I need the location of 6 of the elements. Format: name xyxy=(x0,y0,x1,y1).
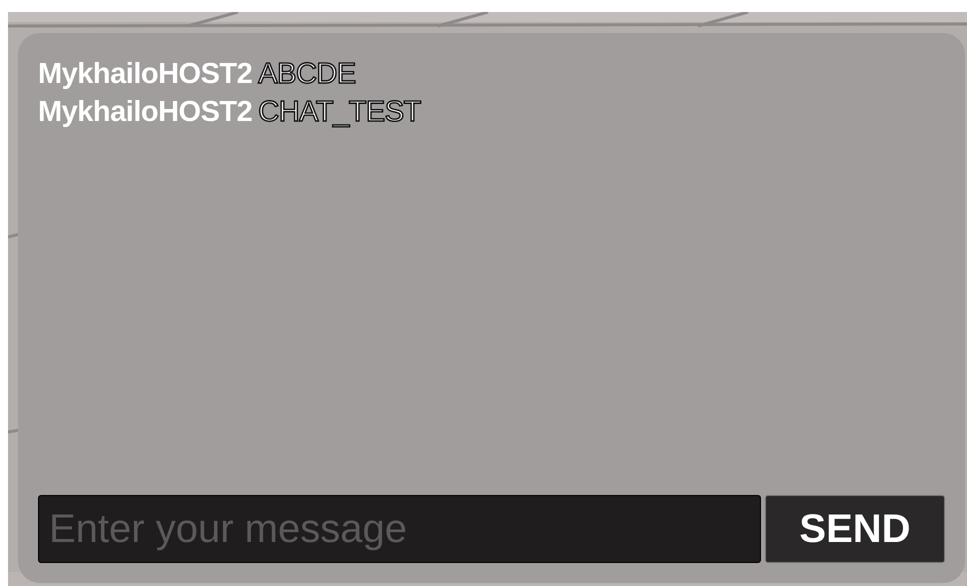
message-input[interactable]: Enter your message xyxy=(38,495,761,563)
message-text: CHAT_TEST xyxy=(258,95,421,130)
sender-name: MykhailoHOST2 xyxy=(38,95,252,130)
send-button[interactable]: SEND xyxy=(765,495,945,563)
message-text: ABCDE xyxy=(258,57,356,92)
sender-name: MykhailoHOST2 xyxy=(38,57,252,92)
